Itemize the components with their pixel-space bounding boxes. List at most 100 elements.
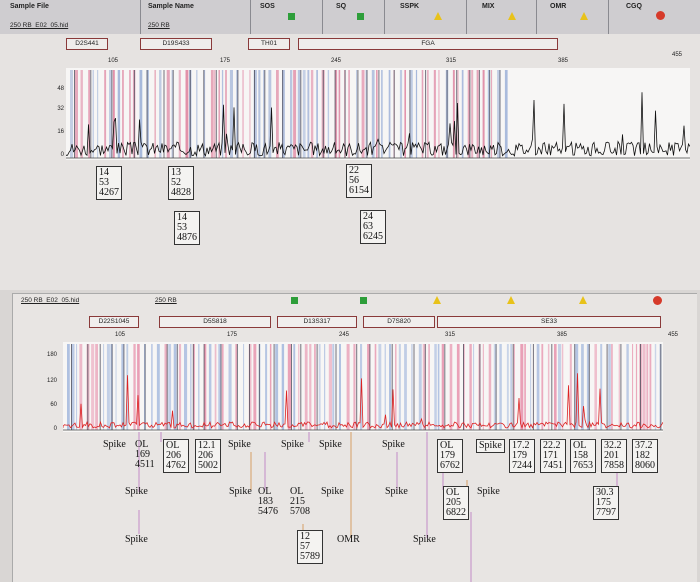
allele-label[interactable]: 22 56 6154 (346, 164, 372, 198)
locus-th01[interactable]: TH01 (248, 38, 290, 50)
spike-label[interactable]: Spike (380, 439, 407, 451)
electropherogram-2[interactable] (63, 342, 663, 432)
bin-marker (344, 70, 346, 158)
col-mix[interactable]: MIX (482, 3, 494, 10)
sspk-warning-flag-icon[interactable] (434, 12, 442, 20)
allele-bin (421, 70, 424, 158)
omr-warning-flag-icon[interactable] (579, 296, 587, 304)
allele-bin (654, 344, 657, 430)
allele-label[interactable]: 37.2 182 8060 (632, 439, 658, 473)
allele-bin (441, 344, 444, 430)
locus-d22s1045[interactable]: D22S1045 (89, 316, 139, 328)
allele-bin (449, 344, 453, 430)
mix-warning-flag-icon[interactable] (508, 12, 516, 20)
allele-bin (324, 344, 326, 430)
col-sos[interactable]: SOS (260, 3, 275, 10)
allele-label[interactable]: OL 158 7653 (570, 439, 596, 473)
sspk-warning-flag-icon[interactable] (433, 296, 441, 304)
col-sample-file[interactable]: Sample File (10, 3, 49, 10)
panel-2-sample-file[interactable]: 250 RB_E02_05.hid (21, 297, 79, 304)
spike-label[interactable]: Spike (383, 486, 410, 498)
bin-marker (203, 344, 205, 430)
spike-label[interactable]: Spike (227, 486, 254, 498)
allele-label[interactable]: 12 57 5789 (297, 530, 323, 564)
bp-scale-245: 245 (339, 332, 350, 338)
allele-label[interactable]: 13 52 4828 (168, 166, 194, 200)
bin-marker (478, 70, 480, 158)
allele-label[interactable]: OL 206 4762 (163, 439, 189, 473)
bin-marker (660, 344, 662, 430)
bin-marker (489, 70, 491, 158)
allele-bin (67, 344, 70, 430)
spike-label[interactable]: Spike (476, 439, 505, 453)
allele-bin (198, 344, 200, 430)
col-cgq[interactable]: CGQ (626, 3, 642, 10)
allele-bin (265, 344, 268, 430)
y-tick-0: 0 (60, 152, 64, 158)
sq-pass-flag-icon[interactable] (357, 13, 364, 20)
spike-label[interactable]: Spike (475, 486, 502, 498)
allele-bin (353, 344, 356, 430)
omr-label[interactable]: OMR (335, 534, 362, 546)
allele-label[interactable]: 32.2 201 7858 (601, 439, 627, 473)
col-sspk[interactable]: SSPK (400, 3, 419, 10)
panel-2: 250 RB_E02_05.hid 250 RB D22S1045 D5S818… (12, 293, 697, 582)
allele-bin (91, 344, 95, 430)
locus-fga[interactable]: FGA (298, 38, 558, 50)
col-sample-name[interactable]: Sample Name (148, 3, 194, 10)
spike-label[interactable]: Spike (319, 486, 346, 498)
sample-name-value: 250 RB (148, 22, 170, 29)
spike-label[interactable]: Spike (226, 439, 253, 451)
allele-label[interactable]: OL 215 5708 (288, 486, 312, 518)
allele-label[interactable]: 30.3 175 7797 (593, 486, 619, 520)
locus-se33[interactable]: SE33 (437, 316, 661, 328)
spike-label[interactable]: Spike (411, 534, 438, 546)
omr-warning-flag-icon[interactable] (580, 12, 588, 20)
bin-marker (203, 70, 205, 158)
allele-label[interactable]: OL 169 4511 (133, 439, 157, 471)
sos-pass-flag-icon[interactable] (291, 297, 298, 304)
allele-label[interactable]: 17.2 179 7244 (509, 439, 535, 473)
locus-d13s317[interactable]: D13S317 (277, 316, 357, 328)
allele-bin (504, 70, 508, 158)
spike-label[interactable]: Spike (123, 486, 150, 498)
column-divider (384, 0, 385, 34)
allele-bin (649, 344, 652, 430)
allele-label[interactable]: OL 205 6822 (443, 486, 469, 520)
allele-bin (438, 70, 440, 158)
col-sq[interactable]: SQ (336, 3, 346, 10)
allele-bin (307, 70, 310, 158)
allele-bin (642, 344, 646, 430)
locus-d19s433[interactable]: D19S433 (140, 38, 212, 50)
column-divider (140, 0, 141, 34)
spike-label[interactable]: Spike (317, 439, 344, 451)
sos-pass-flag-icon[interactable] (288, 13, 295, 20)
spike-label[interactable]: Spike (101, 439, 128, 451)
allele-label[interactable]: 12.1 206 5002 (195, 439, 221, 473)
bin-marker (146, 70, 148, 158)
allele-label[interactable]: 22.2 171 7451 (540, 439, 566, 473)
sample-file-value[interactable]: 250 RB_E02_05.hid (10, 22, 68, 29)
cgq-fail-flag-icon[interactable] (653, 296, 662, 305)
allele-bin (75, 70, 78, 158)
allele-label[interactable]: 14 53 4267 (96, 166, 122, 200)
spike-label[interactable]: Spike (279, 439, 306, 451)
spike-label[interactable]: Spike (123, 534, 150, 546)
allele-label[interactable]: 14 53 4876 (174, 211, 200, 245)
cgq-fail-flag-icon[interactable] (656, 11, 665, 20)
locus-d7s820[interactable]: D7S820 (363, 316, 435, 328)
allele-bin (214, 344, 217, 430)
locus-d2s441[interactable]: D2S441 (66, 38, 108, 50)
mix-warning-flag-icon[interactable] (507, 296, 515, 304)
electropherogram-1[interactable] (66, 68, 690, 160)
y-tick-32: 32 (57, 106, 64, 112)
allele-label[interactable]: 24 63 6245 (360, 210, 386, 244)
allele-label[interactable]: OL 179 6762 (437, 439, 463, 473)
allele-label[interactable]: OL 183 5476 (256, 486, 280, 518)
bin-marker (189, 70, 191, 158)
bp-scale-455: 455 (672, 52, 683, 58)
allele-bin (361, 70, 365, 158)
sq-pass-flag-icon[interactable] (360, 297, 367, 304)
col-omr[interactable]: OMR (550, 3, 566, 10)
locus-d5s818[interactable]: D5S818 (159, 316, 271, 328)
